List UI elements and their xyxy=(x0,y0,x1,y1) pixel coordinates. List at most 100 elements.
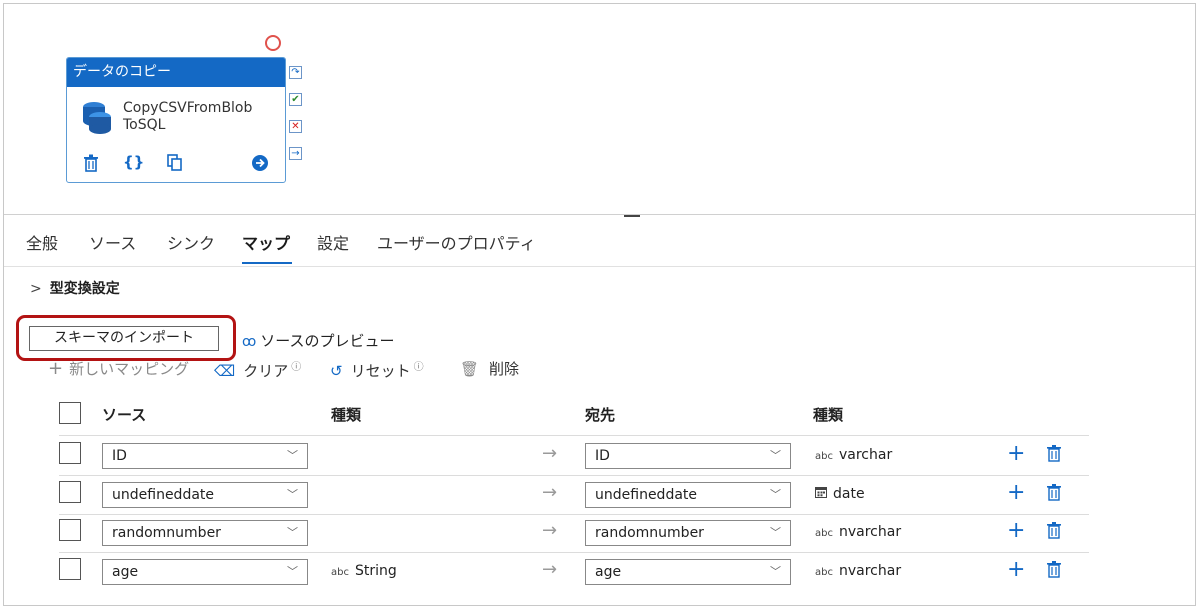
destination-column-select[interactable]: undefineddate ﹀ xyxy=(585,482,791,508)
row-checkbox[interactable] xyxy=(59,481,81,503)
destination-column-select[interactable]: age ﹀ xyxy=(585,559,791,585)
chevron-down-icon: ﹀ xyxy=(287,565,298,578)
table-row: ID ﹀ → ID ﹀ abc varchar + xyxy=(59,440,1089,478)
add-mapping-icon[interactable]: + xyxy=(1007,443,1025,465)
add-mapping-icon[interactable]: + xyxy=(1007,520,1025,542)
delete-icon[interactable] xyxy=(83,154,99,176)
row-divider xyxy=(59,514,1089,515)
activity-type-label: データのコピー xyxy=(67,58,285,87)
chevron-down-icon: ﹀ xyxy=(287,488,298,501)
header-destination: 宛先 xyxy=(585,406,616,424)
new-mapping-button[interactable]: + 新しいマッピング xyxy=(48,358,189,379)
type-conversion-toggle[interactable]: > 型変換設定 xyxy=(30,278,120,298)
reset-icon: ↺ xyxy=(330,362,343,380)
tab-mapping[interactable]: マップ xyxy=(242,230,290,254)
tab-sink[interactable]: シンク xyxy=(167,230,215,254)
chevron-down-icon: ﹀ xyxy=(770,526,781,539)
arrow-right-icon: → xyxy=(542,443,558,464)
row-checkbox[interactable] xyxy=(59,442,81,464)
chevron-down-icon: ﹀ xyxy=(770,488,781,501)
skip-port-icon[interactable]: ↷ xyxy=(289,66,302,79)
tab-settings[interactable]: 設定 xyxy=(317,230,349,254)
database-icon xyxy=(83,102,111,134)
reset-label: リセット xyxy=(350,362,411,380)
header-destination-type: 種類 xyxy=(813,406,844,424)
clone-icon[interactable] xyxy=(167,154,183,176)
abc-type-icon: abc xyxy=(331,567,349,578)
chevron-down-icon: ﹀ xyxy=(770,449,781,462)
source-column-select[interactable]: randomnumber ﹀ xyxy=(102,520,308,546)
arrow-right-icon: → xyxy=(542,482,558,503)
destination-type: date xyxy=(815,486,865,502)
trash-icon: 🗑 xyxy=(460,360,480,378)
info-icon: ⓘ xyxy=(291,362,302,373)
code-icon[interactable]: {} xyxy=(123,153,144,171)
tab-source[interactable]: ソース xyxy=(89,230,136,254)
clear-label: クリア xyxy=(243,362,289,380)
activity-status-circle xyxy=(265,35,281,51)
failure-port-icon[interactable]: ✕ xyxy=(289,120,302,133)
chevron-down-icon: ﹀ xyxy=(287,449,298,462)
header-source-type: 種類 xyxy=(331,406,362,424)
copy-data-activity[interactable]: データのコピー CopyCSVFromBlob ToSQL {} xyxy=(66,57,286,183)
preview-source-button[interactable]: ꝏ ソースのプレビュー xyxy=(242,330,395,351)
glasses-icon: ꝏ xyxy=(242,334,257,350)
clear-button[interactable]: ⌫ クリア ⓘ xyxy=(214,358,301,381)
delete-button[interactable]: 🗑 削除 xyxy=(460,358,519,379)
activity-name-line1: CopyCSVFromBlob xyxy=(123,100,253,116)
chevron-down-icon: ﹀ xyxy=(770,565,781,578)
delete-row-icon[interactable] xyxy=(1047,561,1061,582)
add-mapping-icon[interactable]: + xyxy=(1007,559,1025,581)
chevron-down-icon: ﹀ xyxy=(287,526,298,539)
chevron-right-icon: > xyxy=(30,281,42,297)
destination-type: abc nvarchar xyxy=(815,563,902,579)
go-arrow-icon[interactable] xyxy=(251,154,269,176)
add-mapping-icon[interactable]: + xyxy=(1007,482,1025,504)
source-type: abc String xyxy=(331,563,397,579)
abc-type-icon: abc xyxy=(815,567,833,578)
activity-name: CopyCSVFromBlob ToSQL xyxy=(123,100,273,134)
type-conversion-label: 型変換設定 xyxy=(49,281,120,297)
source-column-select[interactable]: ID ﹀ xyxy=(102,443,308,469)
destination-type: abc varchar xyxy=(815,447,893,463)
tab-general[interactable]: 全般 xyxy=(26,230,58,254)
tabs-divider xyxy=(4,266,1195,267)
delete-label: 削除 xyxy=(489,360,520,378)
eraser-icon: ⌫ xyxy=(214,362,236,380)
row-divider xyxy=(59,435,1089,436)
active-tab-indicator xyxy=(242,262,292,264)
select-all-checkbox[interactable] xyxy=(59,402,81,424)
reset-button[interactable]: ↺ リセット ⓘ xyxy=(330,358,424,381)
mapping-table-header: ソース 種類 宛先 種類 xyxy=(59,402,1089,432)
delete-row-icon[interactable] xyxy=(1047,484,1061,505)
header-source: ソース xyxy=(102,406,147,424)
source-column-select[interactable]: age ﹀ xyxy=(102,559,308,585)
activity-output-ports: ↷ ✔ ✕ → xyxy=(289,66,307,174)
abc-type-icon: abc xyxy=(815,528,833,539)
success-port-icon[interactable]: ✔ xyxy=(289,93,302,106)
resize-handle[interactable] xyxy=(624,215,640,217)
destination-column-select[interactable]: randomnumber ﹀ xyxy=(585,520,791,546)
completion-port-icon[interactable]: → xyxy=(289,147,302,160)
arrow-right-icon: → xyxy=(542,520,558,541)
table-row: age ﹀ abc String → age ﹀ abc nvarchar + xyxy=(59,556,1089,594)
delete-row-icon[interactable] xyxy=(1047,522,1061,543)
table-row: undefineddate ﹀ → undefineddate ﹀ date + xyxy=(59,479,1089,517)
row-divider xyxy=(59,475,1089,476)
source-column-select[interactable]: undefineddate ﹀ xyxy=(102,482,308,508)
destination-type: abc nvarchar xyxy=(815,524,902,540)
annotation-highlight-box xyxy=(16,315,236,361)
row-checkbox[interactable] xyxy=(59,558,81,580)
destination-column-select[interactable]: ID ﹀ xyxy=(585,443,791,469)
abc-type-icon: abc xyxy=(815,451,833,462)
pipeline-editor: データのコピー CopyCSVFromBlob ToSQL {} ↷ ✔ ✕ →… xyxy=(3,3,1196,606)
tab-user-properties[interactable]: ユーザーのプロパティ xyxy=(377,230,536,254)
preview-source-label: ソースのプレビュー xyxy=(260,332,395,350)
table-row: randomnumber ﹀ → randomnumber ﹀ abc nvarcha… xyxy=(59,517,1089,555)
pipeline-canvas[interactable]: データのコピー CopyCSVFromBlob ToSQL {} ↷ ✔ ✕ → xyxy=(4,4,1195,214)
plus-icon: + xyxy=(48,358,64,379)
delete-row-icon[interactable] xyxy=(1047,445,1061,466)
arrow-right-icon: → xyxy=(542,559,558,580)
row-divider xyxy=(59,552,1089,553)
row-checkbox[interactable] xyxy=(59,519,81,541)
